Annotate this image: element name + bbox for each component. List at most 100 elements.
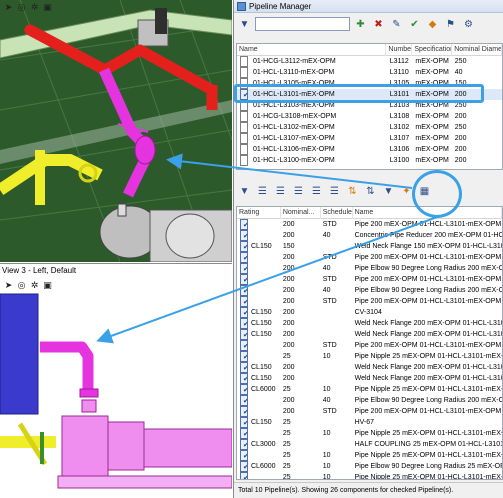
- component-row[interactable]: ✔ 200 STD Pipe 200 mEX-OPM 01-HCL-L3101-mEX…: [237, 296, 502, 307]
- list-icon[interactable]: ☰: [255, 184, 270, 199]
- orbit-icon[interactable]: ◎: [16, 2, 27, 13]
- sort-icon[interactable]: ⇅: [363, 184, 378, 199]
- component-checkbox[interactable]: ✔: [240, 318, 248, 329]
- pipeline-checkbox[interactable]: [240, 56, 248, 67]
- component-row[interactable]: ✔ 200 STD Pipe 200 mEX-OPM 01-HCL-L3101-mEX…: [237, 406, 502, 417]
- component-row[interactable]: ✔CL6000 25 10 Pipe Elbow 90 Degree Long Rad…: [237, 461, 502, 472]
- component-row[interactable]: ✔ 200 STD Pipe 200 mEX-OPM 01-HCL-L3101-mEX…: [237, 219, 502, 230]
- component-checkbox[interactable]: ✔: [240, 384, 248, 395]
- list-icon[interactable]: ☰: [327, 184, 342, 199]
- list-icon[interactable]: ☰: [291, 184, 306, 199]
- component-checkbox[interactable]: ✔: [240, 219, 248, 230]
- component-row[interactable]: ✔CL150 200 CV-3104: [237, 307, 502, 318]
- color-icon[interactable]: ◆: [425, 17, 440, 32]
- component-checkbox[interactable]: ✔: [240, 428, 248, 439]
- delete-icon[interactable]: ✖: [371, 17, 386, 32]
- column-header-nominal-diameter[interactable]: Nominal Diameter: [452, 44, 502, 56]
- settings-icon[interactable]: ⚙: [461, 17, 476, 32]
- component-checkbox[interactable]: ✔: [240, 406, 248, 417]
- component-row[interactable]: ✔CL150 200 Weld Neck Flange 200 mEX-OPM 01…: [237, 329, 502, 340]
- component-row[interactable]: ✔ 25 10 Pipe Nipple 25 mEX-OPM 01-HCL-L3101…: [237, 472, 502, 479]
- component-row[interactable]: ✔CL6000 25 10 Pipe Nipple 25 mEX-OPM 01-HCL…: [237, 384, 502, 395]
- column-header-rating[interactable]: Rating: [237, 207, 281, 219]
- component-schedule: [321, 241, 353, 252]
- component-row[interactable]: ✔CL150 200 Weld Neck Flange 200 mEX-OPM 01…: [237, 318, 502, 329]
- component-row[interactable]: ✔ 200 40 Concentric Pipe Reducer 200 mEX-OP…: [237, 230, 502, 241]
- component-checkbox[interactable]: ✔: [240, 439, 248, 450]
- view-icon[interactable]: ▣: [42, 280, 53, 291]
- list-icon[interactable]: ☰: [273, 184, 288, 199]
- component-row[interactable]: ✔ 200 40 Pipe Elbow 90 Degree Long Radius 2…: [237, 263, 502, 274]
- view-3d-top[interactable]: ➤ ◎ ✲ ▣: [0, 0, 232, 262]
- pipeline-row[interactable]: 01-HCL-L3107-mEX-OPM L3107 mEX-OPM 200: [237, 133, 502, 144]
- column-header-nominal[interactable]: Nominal...: [281, 207, 321, 219]
- component-checkbox[interactable]: ✔: [240, 307, 248, 318]
- component-checkbox[interactable]: ✔: [240, 241, 248, 252]
- pipeline-checkbox[interactable]: [240, 67, 248, 78]
- component-checkbox[interactable]: ✔: [240, 285, 248, 296]
- component-row[interactable]: ✔ 25 10 Pipe Nipple 25 mEX-OPM 01-HCL-L3101…: [237, 450, 502, 461]
- component-checkbox[interactable]: ✔: [240, 230, 248, 241]
- view-icon[interactable]: ▣: [42, 2, 53, 13]
- pipeline-checkbox[interactable]: [240, 111, 248, 122]
- pipeline-row[interactable]: 01-HCL-L3106-mEX-OPM L3106 mEX-OPM 200: [237, 144, 502, 155]
- add-icon[interactable]: ✚: [353, 17, 368, 32]
- component-checkbox[interactable]: ✔: [240, 472, 248, 479]
- filter-icon[interactable]: ▼: [381, 184, 396, 199]
- component-checkbox[interactable]: ✔: [240, 252, 248, 263]
- filter-icon[interactable]: ▼: [237, 184, 252, 199]
- cursor-icon[interactable]: ➤: [3, 280, 14, 291]
- component-checkbox[interactable]: ✔: [240, 340, 248, 351]
- orbit-icon[interactable]: ◎: [16, 280, 27, 291]
- column-header-schedule[interactable]: Schedule: [321, 207, 353, 219]
- component-row[interactable]: ✔CL150 200 Weld Neck Flange 200 mEX-OPM 01…: [237, 373, 502, 384]
- pipeline-row[interactable]: 01-HCL-L3100-mEX-OPM L3100 mEX-OPM 200: [237, 155, 502, 166]
- component-row[interactable]: ✔ 25 10 Pipe Nipple 25 mEX-OPM 01-HCL-L3101…: [237, 351, 502, 362]
- pipeline-row[interactable]: 01-HCL-L3110-mEX-OPM L3110 mEX-OPM 40: [237, 67, 502, 78]
- component-checkbox[interactable]: ✔: [240, 461, 248, 472]
- component-checkbox[interactable]: ✔: [240, 373, 248, 384]
- component-checkbox[interactable]: ✔: [240, 351, 248, 362]
- pipeline-row[interactable]: 01-HCG-L3112-mEX-OPM L3112 mEX-OPM 250: [237, 56, 502, 67]
- list-icon[interactable]: ☰: [309, 184, 324, 199]
- pipeline-checkbox[interactable]: [240, 133, 248, 144]
- column-header-name[interactable]: Name: [237, 44, 387, 56]
- component-row[interactable]: ✔CL150 200 Weld Neck Flange 200 mEX-OPM 01…: [237, 362, 502, 373]
- filter-icon[interactable]: ▼: [237, 17, 252, 32]
- cursor-icon[interactable]: ➤: [3, 2, 14, 13]
- column-header-number[interactable]: Number: [386, 44, 413, 56]
- component-row[interactable]: ✔CL3000 25 HALF COUPLING 25 mEX-OPM 01-HCL…: [237, 439, 502, 450]
- column-header-specification[interactable]: Specification: [412, 44, 453, 56]
- check-icon[interactable]: ✔: [407, 17, 422, 32]
- pipeline-row[interactable]: 01-HCG-L3108-mEX-OPM L3108 mEX-OPM 200: [237, 111, 502, 122]
- component-checkbox[interactable]: ✔: [240, 450, 248, 461]
- component-checkbox[interactable]: ✔: [240, 395, 248, 406]
- component-name: Pipe Nipple 25 mEX-OPM 01-HCL-L3101-mEX-…: [354, 386, 502, 393]
- pipeline-checkbox[interactable]: [240, 144, 248, 155]
- sun-icon[interactable]: ✲: [29, 2, 40, 13]
- sun-icon[interactable]: ✲: [29, 280, 40, 291]
- component-row[interactable]: ✔ 25 10 Pipe Nipple 25 mEX-OPM 01-HCL-L3101…: [237, 428, 502, 439]
- component-checkbox[interactable]: ✔: [240, 263, 248, 274]
- component-row[interactable]: ✔ 200 STD Pipe 200 mEX-OPM 01-HCL-L3101-mEX…: [237, 340, 502, 351]
- pipeline-search-input[interactable]: [255, 17, 350, 31]
- component-checkbox[interactable]: ✔: [240, 296, 248, 307]
- component-row[interactable]: ✔CL150 150 Weld Neck Flange 150 mEX-OPM 01…: [237, 241, 502, 252]
- component-checkbox[interactable]: ✔: [240, 329, 248, 340]
- component-checkbox[interactable]: ✔: [240, 417, 248, 428]
- component-checkbox[interactable]: ✔: [240, 362, 248, 373]
- tag-icon[interactable]: ⚑: [443, 17, 458, 32]
- edit-icon[interactable]: ✎: [389, 17, 404, 32]
- component-row[interactable]: ✔ 200 STD Pipe 200 mEX-OPM 01-HCL-L3101-mEX…: [237, 252, 502, 263]
- component-row[interactable]: ✔ 200 STD Pipe 200 mEX-OPM 01-HCL-L3101-mEX…: [237, 274, 502, 285]
- view-3d-left[interactable]: View 3 - Left, Default ➤ ◎ ✲ ▣: [0, 263, 232, 498]
- pipeline-row[interactable]: 01-HCL-L3102-mEX-OPM L3102 mEX-OPM 250: [237, 122, 502, 133]
- component-row[interactable]: ✔ 200 40 Pipe Elbow 90 Degree Long Radius 2…: [237, 395, 502, 406]
- component-nominal: 25: [282, 463, 291, 470]
- pipeline-checkbox[interactable]: [240, 122, 248, 133]
- pipeline-checkbox[interactable]: [240, 155, 248, 166]
- sort-icon[interactable]: ⇅: [345, 184, 360, 199]
- component-row[interactable]: ✔CL150 25 HV-67: [237, 417, 502, 428]
- component-checkbox[interactable]: ✔: [240, 274, 248, 285]
- component-row[interactable]: ✔ 200 40 Pipe Elbow 90 Degree Long Radius 2…: [237, 285, 502, 296]
